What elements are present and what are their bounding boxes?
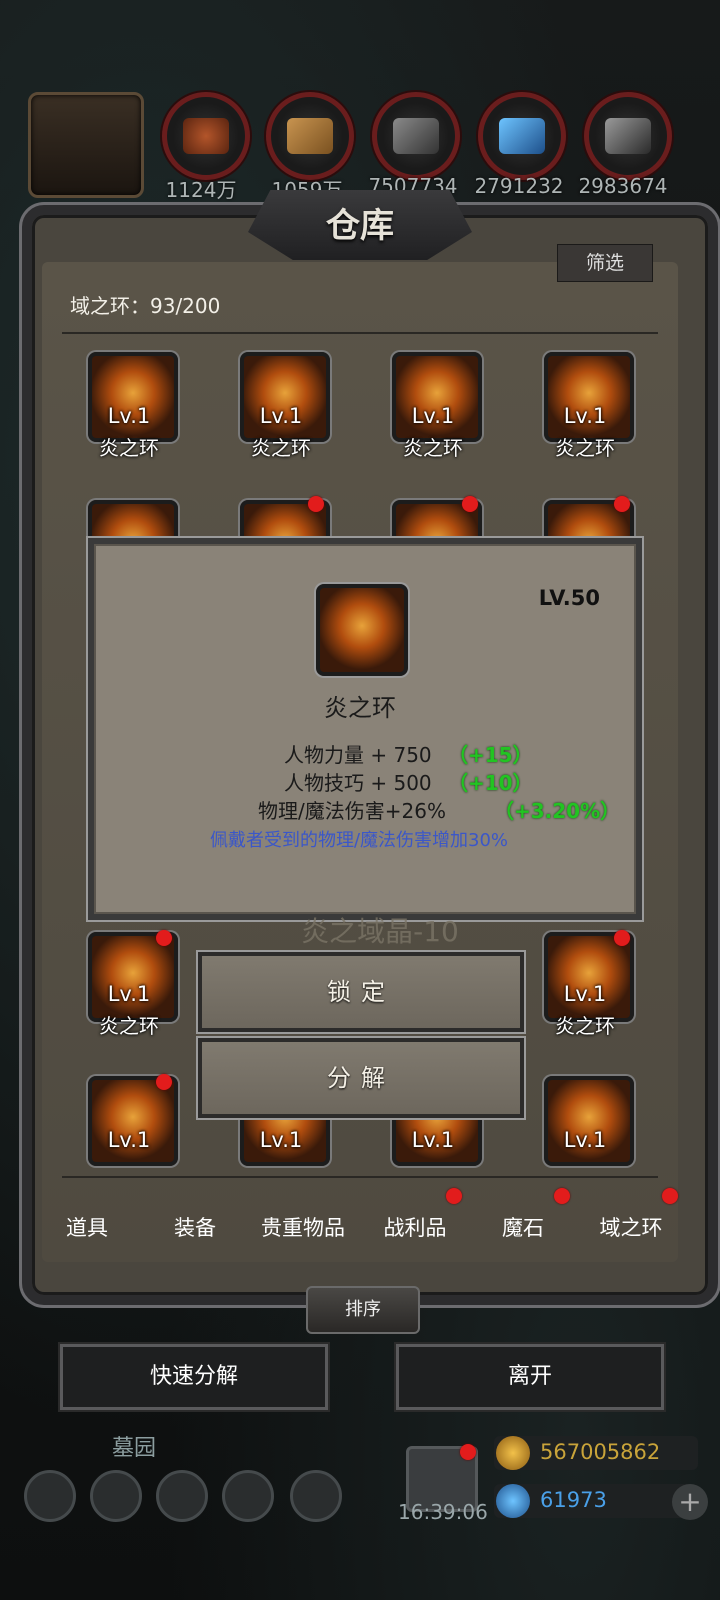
stat-line: 人物技巧 + 500 <box>284 771 432 795</box>
gold-icon <box>496 1436 530 1470</box>
notification-dot <box>662 1188 678 1204</box>
iron-icon[interactable] <box>372 92 460 180</box>
resource-value: 1124万 <box>165 178 237 202</box>
wood-icon[interactable] <box>266 92 354 180</box>
item-slot[interactable] <box>544 352 634 442</box>
player-avatar[interactable] <box>28 92 144 198</box>
tab-valuables[interactable]: 贵重物品 <box>248 1212 358 1242</box>
item-name: 炎之环 <box>99 1014 159 1038</box>
clock: 16:39:06 <box>398 1500 488 1524</box>
add-currency-button[interactable]: + <box>672 1484 708 1520</box>
item-level: Lv.1 <box>107 1128 151 1152</box>
notification-dot <box>554 1188 570 1204</box>
tab-magic-stones[interactable]: 魔石 <box>468 1212 578 1242</box>
stat-line: 物理/魔法伤害+26% <box>258 799 446 823</box>
quick-decompose-button[interactable]: 快速分解 <box>60 1344 328 1410</box>
ore-icon[interactable] <box>162 92 250 180</box>
item-level: Lv.1 <box>563 982 607 1006</box>
resource-value: 2983674 <box>578 174 668 198</box>
resource-value: 2791232 <box>474 174 564 198</box>
divider <box>62 332 658 334</box>
leave-button[interactable]: 离开 <box>396 1344 664 1410</box>
notification-dot <box>614 496 630 512</box>
stat-bonus: （+3.20%） <box>494 799 621 823</box>
item-level: Lv.1 <box>563 404 607 428</box>
filter-button[interactable]: 筛选 <box>557 244 653 282</box>
crystal-icon[interactable] <box>478 92 566 180</box>
tab-domain-rings[interactable]: 域之环 <box>576 1212 686 1242</box>
tab-equipment[interactable]: 装备 <box>140 1212 250 1242</box>
gem-amount: 61973 <box>540 1488 607 1512</box>
item-level: Lv.1 <box>563 1128 607 1152</box>
gold-amount: 567005862 <box>540 1440 661 1464</box>
tab-loot[interactable]: 战利品 <box>360 1212 470 1242</box>
special-effect: 佩戴者受到的物理/魔法伤害增加30% <box>209 830 509 851</box>
tooltip-level: LV.50 <box>538 586 600 610</box>
item-slot[interactable] <box>392 352 482 442</box>
tooltip-item-name: 炎之环 <box>324 694 396 722</box>
item-name: 炎之环 <box>251 436 311 460</box>
ring-icon <box>316 584 408 676</box>
item-level: Lv.1 <box>107 982 151 1006</box>
item-name: 炎之环 <box>555 436 615 460</box>
tab-items[interactable]: 道具 <box>32 1212 142 1242</box>
zone-name: 墓园 <box>112 1436 157 1461</box>
window-title: 仓库 <box>326 206 394 246</box>
metal-ingot-icon[interactable] <box>584 92 672 180</box>
item-level: Lv.1 <box>411 1128 455 1152</box>
item-slot[interactable] <box>544 1076 634 1166</box>
notification-dot <box>462 496 478 512</box>
item-name: 炎之环 <box>99 436 159 460</box>
item-level: Lv.1 <box>107 404 151 428</box>
background-item-label: 炎之域晶-10 <box>301 915 459 948</box>
character-icon[interactable] <box>156 1470 208 1522</box>
notification-dot <box>460 1444 476 1460</box>
mail-icon[interactable] <box>222 1470 274 1522</box>
storage-count: 域之环：93/200 <box>70 294 221 318</box>
item-slot[interactable] <box>88 352 178 442</box>
sort-button[interactable]: 排序 <box>306 1286 420 1334</box>
notification-dot <box>446 1188 462 1204</box>
notification-dot <box>156 930 172 946</box>
stat-bonus: （+15） <box>448 743 533 767</box>
item-level: Lv.1 <box>259 1128 303 1152</box>
lock-button[interactable]: 锁定 <box>198 952 524 1032</box>
item-level: Lv.1 <box>259 404 303 428</box>
notification-dot <box>156 1074 172 1090</box>
stat-line: 人物力量 + 750 <box>284 743 432 767</box>
settings-icon[interactable] <box>24 1470 76 1522</box>
shop-icon[interactable] <box>290 1470 342 1522</box>
item-name: 炎之环 <box>403 436 463 460</box>
divider <box>62 1176 658 1178</box>
notification-dot <box>614 930 630 946</box>
item-slot[interactable] <box>240 352 330 442</box>
stat-bonus: （+10） <box>448 771 533 795</box>
item-level: Lv.1 <box>411 404 455 428</box>
item-name: 炎之环 <box>555 1014 615 1038</box>
decompose-button[interactable]: 分解 <box>198 1038 524 1118</box>
notification-dot <box>308 496 324 512</box>
achievement-icon[interactable] <box>90 1470 142 1522</box>
gem-icon <box>496 1484 530 1518</box>
